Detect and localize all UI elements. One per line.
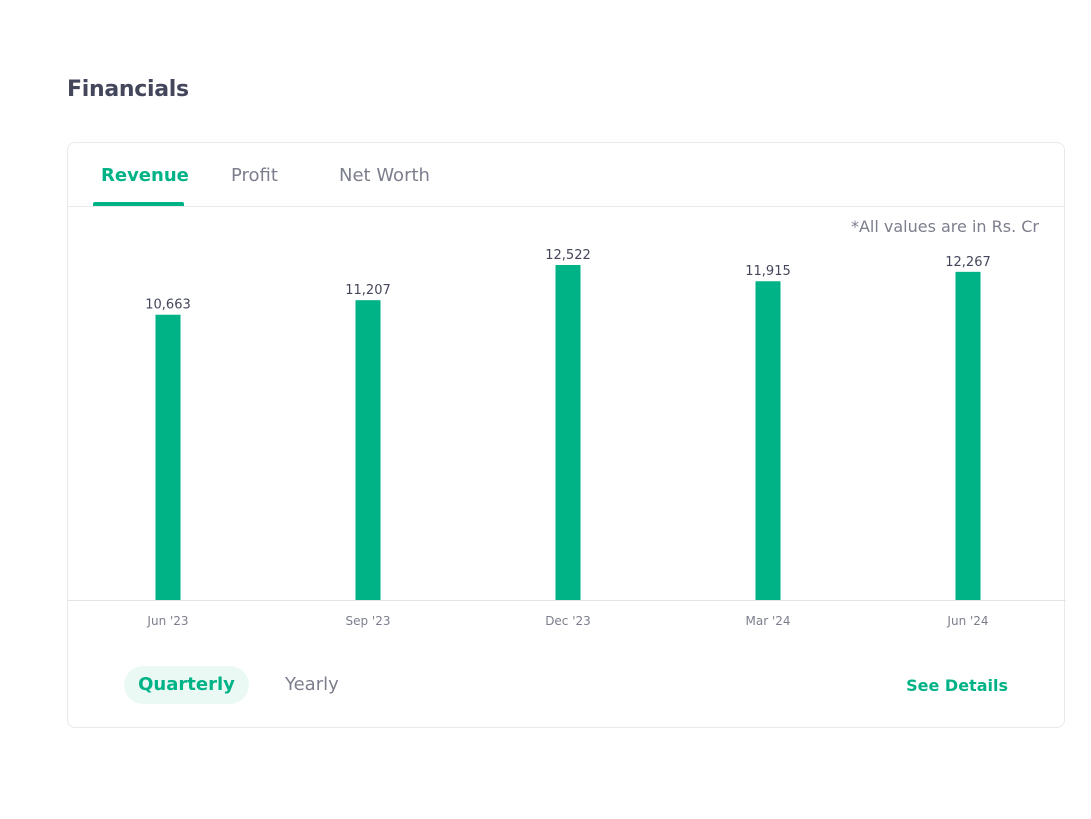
bar-4[interactable] <box>955 271 981 600</box>
bar-0[interactable] <box>155 314 181 600</box>
financials-tabs: Revenue Profit Net Worth <box>68 143 1064 207</box>
x-tick-label-3: Mar '24 <box>745 614 790 628</box>
bar-2[interactable] <box>555 265 581 600</box>
data-label-4: 12,267 <box>945 255 991 270</box>
x-tick-label-4: Jun '24 <box>946 614 988 628</box>
data-label-2: 12,522 <box>545 248 591 263</box>
section-title: Financials <box>67 77 189 102</box>
data-label-1: 11,207 <box>345 283 391 298</box>
x-tick-label-1: Sep '23 <box>346 614 391 628</box>
data-label-3: 11,915 <box>745 264 791 279</box>
x-tick-label-0: Jun '23 <box>146 614 188 628</box>
bar-1[interactable] <box>355 300 381 600</box>
data-label-0: 10,663 <box>145 298 191 313</box>
tab-revenue[interactable]: Revenue <box>101 165 189 186</box>
quarterly-toggle-button[interactable]: Quarterly <box>124 666 249 704</box>
x-tick-label-2: Dec '23 <box>545 614 591 628</box>
yearly-toggle-button[interactable]: Yearly <box>285 666 339 704</box>
bar-3[interactable] <box>755 281 781 600</box>
see-details-link[interactable]: See Details <box>906 676 1008 695</box>
tab-profit[interactable]: Profit <box>231 165 278 186</box>
revenue-bar-chart: 10,663 Jun '23 11,207 Sep '23 12,522 Dec '23 1… <box>68 248 1066 628</box>
financials-card: Revenue Profit Net Worth *All values are… <box>67 142 1066 728</box>
active-tab-indicator <box>93 202 184 206</box>
tab-net-worth[interactable]: Net Worth <box>339 165 430 186</box>
